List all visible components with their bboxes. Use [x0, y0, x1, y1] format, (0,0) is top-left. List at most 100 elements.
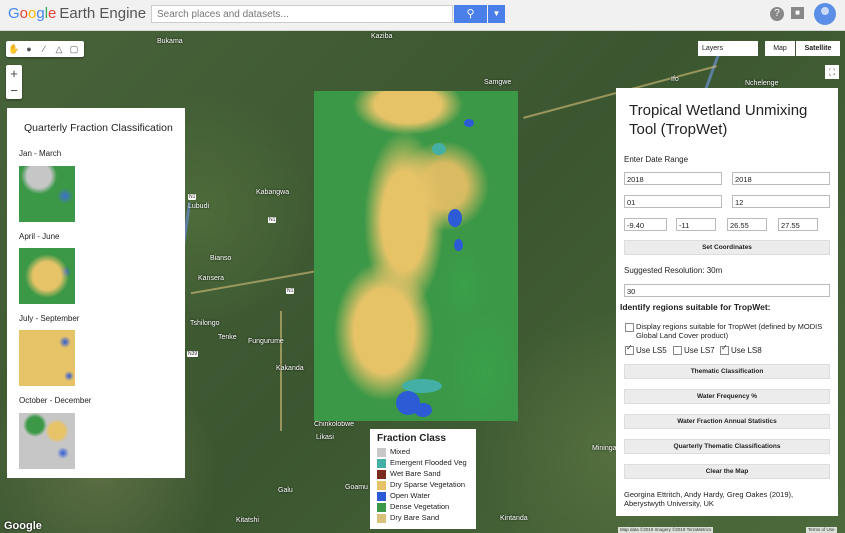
logo-letter: g: [36, 5, 45, 22]
coord-input-north[interactable]: -9.40: [624, 218, 667, 231]
resolution-input[interactable]: 30: [624, 284, 830, 297]
quarterly-classification-panel: Quarterly Fraction Classification Jan - …: [7, 108, 185, 478]
thematic-classification-button[interactable]: Thematic Classification: [624, 364, 830, 379]
search-input[interactable]: Search places and datasets...: [151, 5, 453, 23]
marker-icon[interactable]: ●: [21, 41, 37, 57]
legend-label: Dry Bare Sand: [390, 513, 440, 522]
quarter-thumbnail[interactable]: [19, 166, 75, 222]
water-patch: [448, 209, 462, 227]
quarter-label: October - December: [19, 396, 92, 405]
start-month-input[interactable]: 01: [624, 195, 722, 208]
zoom-in-button[interactable]: +: [6, 65, 22, 82]
rectangle-icon[interactable]: ▢: [66, 41, 82, 57]
coord-input-east[interactable]: 27.55: [778, 218, 818, 231]
legend-item: Dense Vegetation: [377, 502, 449, 512]
place-label: Kakanda: [276, 365, 304, 372]
place-label: Goamu: [345, 484, 368, 491]
terms-link[interactable]: Terms of Use: [806, 527, 837, 533]
legend-item: Dry Bare Sand: [377, 513, 439, 523]
resolution-label: Suggested Resolution: 30m: [624, 266, 723, 275]
fullscreen-icon[interactable]: ⛶: [825, 65, 839, 79]
place-label: Nchelenge: [745, 80, 779, 87]
road-shield: N1: [268, 217, 277, 223]
water-frequency-button[interactable]: Water Frequency %: [624, 389, 830, 404]
polygon-icon[interactable]: △: [51, 41, 67, 57]
use-ls7-checkbox[interactable]: [673, 346, 682, 356]
zoom-out-button[interactable]: −: [6, 82, 22, 99]
use-ls8-checkbox-row[interactable]: Use LS8: [720, 343, 762, 356]
display-regions-checkbox[interactable]: [625, 323, 634, 332]
place-label: Kabangwa: [256, 189, 290, 196]
place-label: Lubudi: [188, 203, 210, 210]
display-regions-label: Display regions suitable for TropWet (de…: [636, 322, 823, 340]
legend-item: Dry Sparse Vegetation: [377, 480, 465, 490]
place-label: Mininga: [592, 445, 617, 452]
help-icon[interactable]: ?: [770, 7, 784, 21]
legend-item: Open Water: [377, 491, 430, 501]
classification-overlay: [314, 91, 518, 421]
quarterly-classifications-button[interactable]: Quarterly Thematic Classifications: [624, 439, 830, 454]
search-button[interactable]: ⚲: [454, 5, 487, 23]
place-label: Chinkolobwe: [314, 421, 355, 428]
tropwet-panel: Tropical Wetland Unmixing Tool (TropWet)…: [616, 88, 838, 516]
end-year-input[interactable]: 2018: [732, 172, 830, 185]
line-icon[interactable]: ∕: [36, 41, 52, 57]
map-type-satellite-button[interactable]: Satellite: [796, 41, 840, 56]
set-coordinates-button[interactable]: Set Coordinates: [624, 240, 830, 255]
zoom-control: + −: [6, 65, 22, 99]
logo-letter: G: [8, 5, 20, 22]
place-label: Fungurume: [248, 338, 284, 345]
coord-input-south[interactable]: -11: [676, 218, 716, 231]
legend-item: Mixed: [377, 447, 410, 457]
end-month-input[interactable]: 12: [732, 195, 830, 208]
road: [190, 269, 320, 295]
use-ls5-checkbox[interactable]: [625, 343, 634, 356]
place-label: Likasi: [316, 434, 334, 441]
quarter-label: July - September: [19, 314, 80, 323]
use-ls5-checkbox-row[interactable]: Use LS5: [625, 343, 667, 356]
avatar[interactable]: [814, 3, 836, 25]
top-bar: Google Earth Engine Search places and dat…: [0, 0, 845, 31]
place-label: Kitatshi: [236, 517, 259, 524]
water-patch: [464, 119, 474, 127]
legend-item: Emergent Flooded Veg: [377, 458, 467, 468]
road-shield: N1: [188, 194, 197, 200]
logo-letter: o: [19, 5, 29, 22]
map-type-map-button[interactable]: Map: [765, 41, 795, 56]
clear-map-button[interactable]: Clear the Map: [624, 464, 830, 479]
place-label: Tenke: [218, 334, 237, 341]
quarter-label: April - June: [19, 232, 60, 241]
feedback-icon[interactable]: ■: [791, 7, 804, 19]
start-year-input[interactable]: 2018: [624, 172, 722, 185]
coord-input-west[interactable]: 26.55: [727, 218, 767, 231]
water-patch: [454, 239, 463, 251]
quarter-thumbnail[interactable]: [19, 248, 75, 304]
google-logo: Google: [4, 520, 42, 532]
use-ls7-checkbox-row[interactable]: Use LS7: [673, 346, 715, 356]
panel-title: Tropical Wetland Unmixing Tool (TropWet): [629, 102, 808, 138]
search-dropdown-button[interactable]: ▼: [488, 5, 505, 23]
fraction-class-legend: Fraction Class Mixed Emergent Flooded Ve…: [370, 429, 476, 529]
legend-swatch: [377, 447, 386, 457]
legend-swatch: [377, 469, 386, 479]
layers-button[interactable]: Layers: [698, 41, 758, 56]
chevron-down-icon: ▼: [492, 9, 501, 18]
date-range-label: Enter Date Range: [624, 155, 689, 164]
use-ls8-checkbox[interactable]: [720, 343, 729, 356]
use-ls7-label: Use LS7: [684, 346, 715, 355]
quarter-thumbnail[interactable]: [19, 330, 75, 386]
use-ls5-label: Use LS5: [636, 346, 667, 355]
water-fraction-stats-button[interactable]: Water Fraction Annual Statistics: [624, 414, 830, 429]
quarter-label: Jan - March: [19, 149, 62, 158]
place-label: Bukama: [157, 38, 183, 45]
display-regions-checkbox-row[interactable]: Display regions suitable for TropWet (de…: [625, 322, 833, 340]
legend-swatch: [377, 458, 386, 468]
logo-suffix: Earth Engine: [59, 5, 147, 22]
legend-label: Dense Vegetation: [390, 502, 450, 511]
quarter-thumbnail[interactable]: [19, 413, 75, 469]
earth-engine-logo[interactable]: Google Earth Engine: [8, 5, 146, 22]
logo-letter: e: [48, 5, 57, 22]
pan-icon[interactable]: ✋: [6, 41, 22, 57]
place-label: Tshilongo: [190, 320, 220, 327]
legend-label: Wet Bare Sand: [390, 469, 441, 478]
